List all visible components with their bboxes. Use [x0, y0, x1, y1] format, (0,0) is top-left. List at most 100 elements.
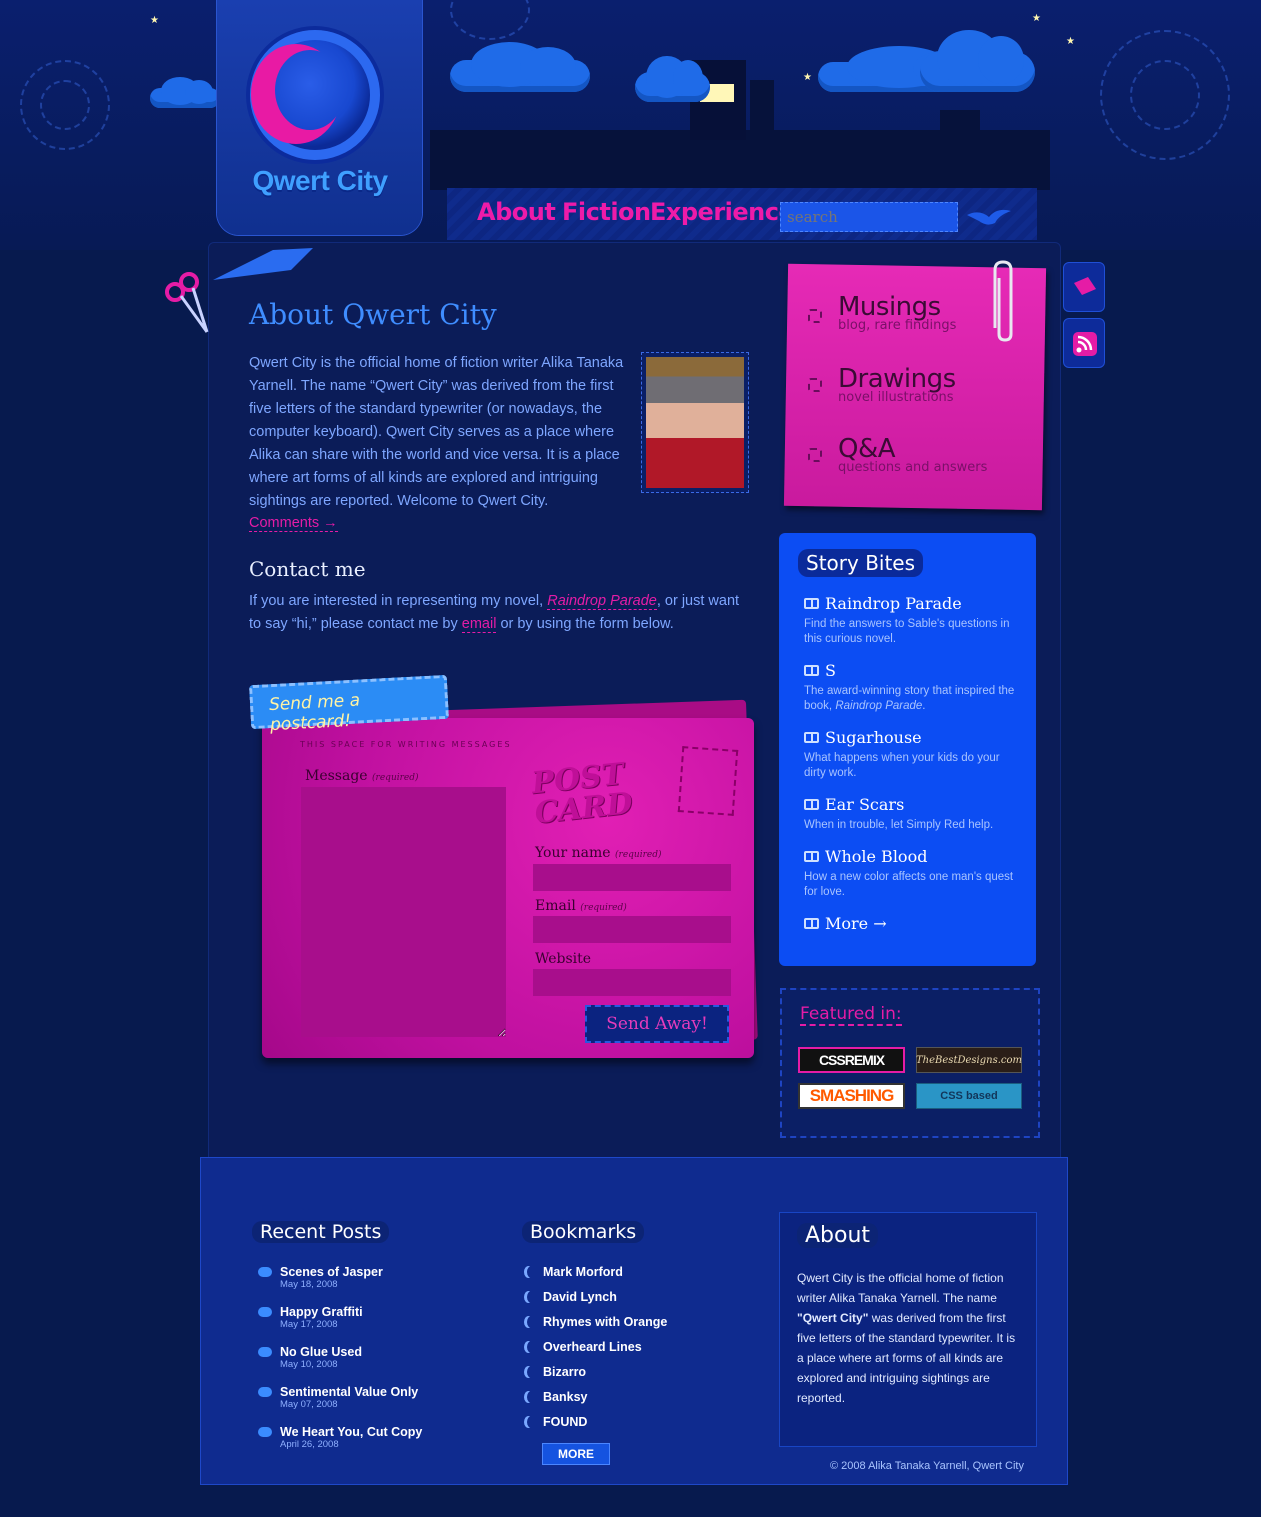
sticky-sub: novel illustrations: [838, 390, 954, 405]
recent-post[interactable]: Sentimental Value Only May 07, 2008: [258, 1385, 418, 1410]
star-icon: ★: [803, 72, 812, 83]
raindrop-parade-link[interactable]: Raindrop Parade: [547, 593, 657, 610]
post-title[interactable]: Scenes of Jasper: [258, 1265, 383, 1279]
sticky-link-qa[interactable]: Q&A questions and answers: [838, 434, 987, 475]
email-label: Email (required): [535, 898, 627, 914]
story-title[interactable]: Whole Blood: [825, 847, 927, 866]
bookmark-link[interactable]: Overheard Lines: [527, 1340, 642, 1354]
message-label-text: Message: [305, 768, 368, 784]
nav-about[interactable]: About: [477, 198, 556, 226]
website-label: Website: [535, 951, 592, 967]
social-tab-rss[interactable]: [1063, 318, 1105, 368]
send-button[interactable]: Send Away!: [585, 1005, 729, 1043]
badge-thebestdesigns[interactable]: TheBestDesigns.com: [916, 1047, 1022, 1073]
story-bites-title: Story Bites: [798, 549, 924, 577]
recent-post[interactable]: Scenes of Jasper May 18, 2008: [258, 1265, 383, 1290]
bird-icon[interactable]: [965, 205, 1013, 229]
name-input[interactable]: [533, 864, 731, 891]
story-title[interactable]: Ear Scars: [825, 795, 904, 814]
story-title[interactable]: Raindrop Parade: [825, 594, 962, 613]
social-tab-email[interactable]: [1063, 262, 1105, 312]
email-input[interactable]: [533, 916, 731, 943]
story-more-link[interactable]: More →: [804, 914, 1019, 933]
badge-smashing[interactable]: SMASHING: [798, 1083, 905, 1109]
building: [940, 110, 980, 140]
book-icon: [804, 799, 819, 810]
post-date: April 26, 2008: [280, 1439, 339, 1450]
story-desc: When in trouble, let Simply Red help.: [804, 819, 994, 831]
message-label: Message (required): [305, 768, 419, 784]
bookmark-link[interactable]: Rhymes with Orange: [527, 1315, 667, 1329]
bookmarks-title: Bookmarks: [522, 1221, 645, 1243]
post-title[interactable]: Sentimental Value Only: [258, 1385, 418, 1399]
decor-ring: [450, 0, 530, 40]
contact-text: or by using the form below.: [496, 616, 674, 632]
sticky-sub: questions and answers: [838, 460, 988, 475]
logo-text[interactable]: Qwert City: [230, 165, 410, 197]
badge-cssremix[interactable]: CSSREMIX: [798, 1047, 905, 1073]
story-title[interactable]: S: [825, 661, 836, 680]
bookmark-link[interactable]: David Lynch: [527, 1290, 617, 1304]
bookmark-link[interactable]: Mark Morford: [527, 1265, 623, 1279]
recent-post[interactable]: No Glue Used May 10, 2008: [258, 1345, 362, 1370]
postcard-tab: Send me a postcard!: [248, 674, 450, 735]
cloud: [450, 42, 590, 92]
name-label: Your name (required): [535, 845, 661, 861]
envelope-icon: [1074, 277, 1096, 295]
post-title[interactable]: Happy Graffiti: [258, 1305, 363, 1319]
story-item[interactable]: Raindrop Parade Find the answers to Sabl…: [804, 594, 1019, 647]
badge-cssbased[interactable]: CSS based: [916, 1083, 1022, 1109]
post-date: May 07, 2008: [280, 1399, 338, 1410]
website-input[interactable]: [533, 969, 731, 996]
story-item[interactable]: Sugarhouse What happens when your kids d…: [804, 728, 1019, 781]
contact-paragraph: If you are interested in representing my…: [249, 590, 749, 636]
about-paragraph: Qwert City is the official home of ficti…: [249, 355, 624, 509]
decor-ring: [1130, 60, 1200, 130]
message-textarea[interactable]: [301, 787, 506, 1037]
moon-icon: [275, 50, 345, 130]
story-desc-end: .: [922, 700, 926, 712]
footer-about-text: Qwert City is the official home of ficti…: [797, 1268, 1022, 1408]
nav-experience[interactable]: Experience: [650, 198, 795, 226]
comments-link[interactable]: Comments →: [249, 515, 338, 532]
post-title[interactable]: No Glue Used: [258, 1345, 362, 1359]
about-text-part: Qwert City is the official home of ficti…: [797, 1271, 1004, 1305]
stamp-box: [677, 746, 739, 816]
post-title[interactable]: We Heart You, Cut Copy: [258, 1425, 422, 1439]
sticky-link-drawings[interactable]: Drawings novel illustrations: [838, 364, 956, 405]
post-date: May 18, 2008: [280, 1279, 338, 1290]
copyright: © 2008 Alika Tanaka Yarnell, Qwert City: [830, 1460, 1024, 1472]
book-icon: [804, 732, 819, 743]
contact-text: If you are interested in representing my…: [249, 593, 548, 609]
story-item[interactable]: Whole Blood How a new color affects one …: [804, 847, 1019, 900]
contact-heading: Contact me: [249, 557, 366, 581]
paperclip-icon: [993, 260, 1013, 342]
nav-fiction[interactable]: Fiction: [562, 198, 651, 226]
story-desc: The award-winning story that inspired th…: [804, 684, 1019, 714]
scissors-icon: [165, 272, 209, 333]
cloud: [150, 77, 220, 108]
postcard-header-text: THIS SPACE FOR WRITING MESSAGES: [300, 740, 512, 749]
about-text-bold: "Qwert City": [797, 1311, 869, 1325]
more-label[interactable]: More →: [825, 914, 887, 933]
story-item[interactable]: Ear Scars When in trouble, let Simply Re…: [804, 795, 1019, 833]
bookmark-link[interactable]: Bizarro: [527, 1365, 586, 1379]
bookmark-link[interactable]: FOUND: [527, 1415, 587, 1429]
email-link[interactable]: email: [461, 616, 497, 633]
book-icon: [804, 851, 819, 862]
sticky-link-musings[interactable]: Musings blog, rare findings: [838, 292, 956, 333]
page-curl-decoration: [213, 248, 313, 280]
post-date: May 17, 2008: [280, 1319, 338, 1330]
bookmark-link[interactable]: Banksy: [527, 1390, 587, 1404]
recent-post[interactable]: We Heart You, Cut Copy April 26, 2008: [258, 1425, 422, 1450]
bookmarks-more-button[interactable]: MORE: [542, 1443, 610, 1465]
building: [750, 80, 774, 140]
recent-posts-title: Recent Posts: [252, 1221, 390, 1243]
story-item[interactable]: S The award-winning story that inspired …: [804, 661, 1019, 714]
search-input[interactable]: [780, 202, 958, 232]
recent-post[interactable]: Happy Graffiti May 17, 2008: [258, 1305, 363, 1330]
required-note: (required): [580, 903, 627, 913]
story-title[interactable]: Sugarhouse: [825, 728, 922, 747]
featured-title: Featured in:: [800, 1004, 902, 1026]
author-photo: [641, 352, 749, 493]
